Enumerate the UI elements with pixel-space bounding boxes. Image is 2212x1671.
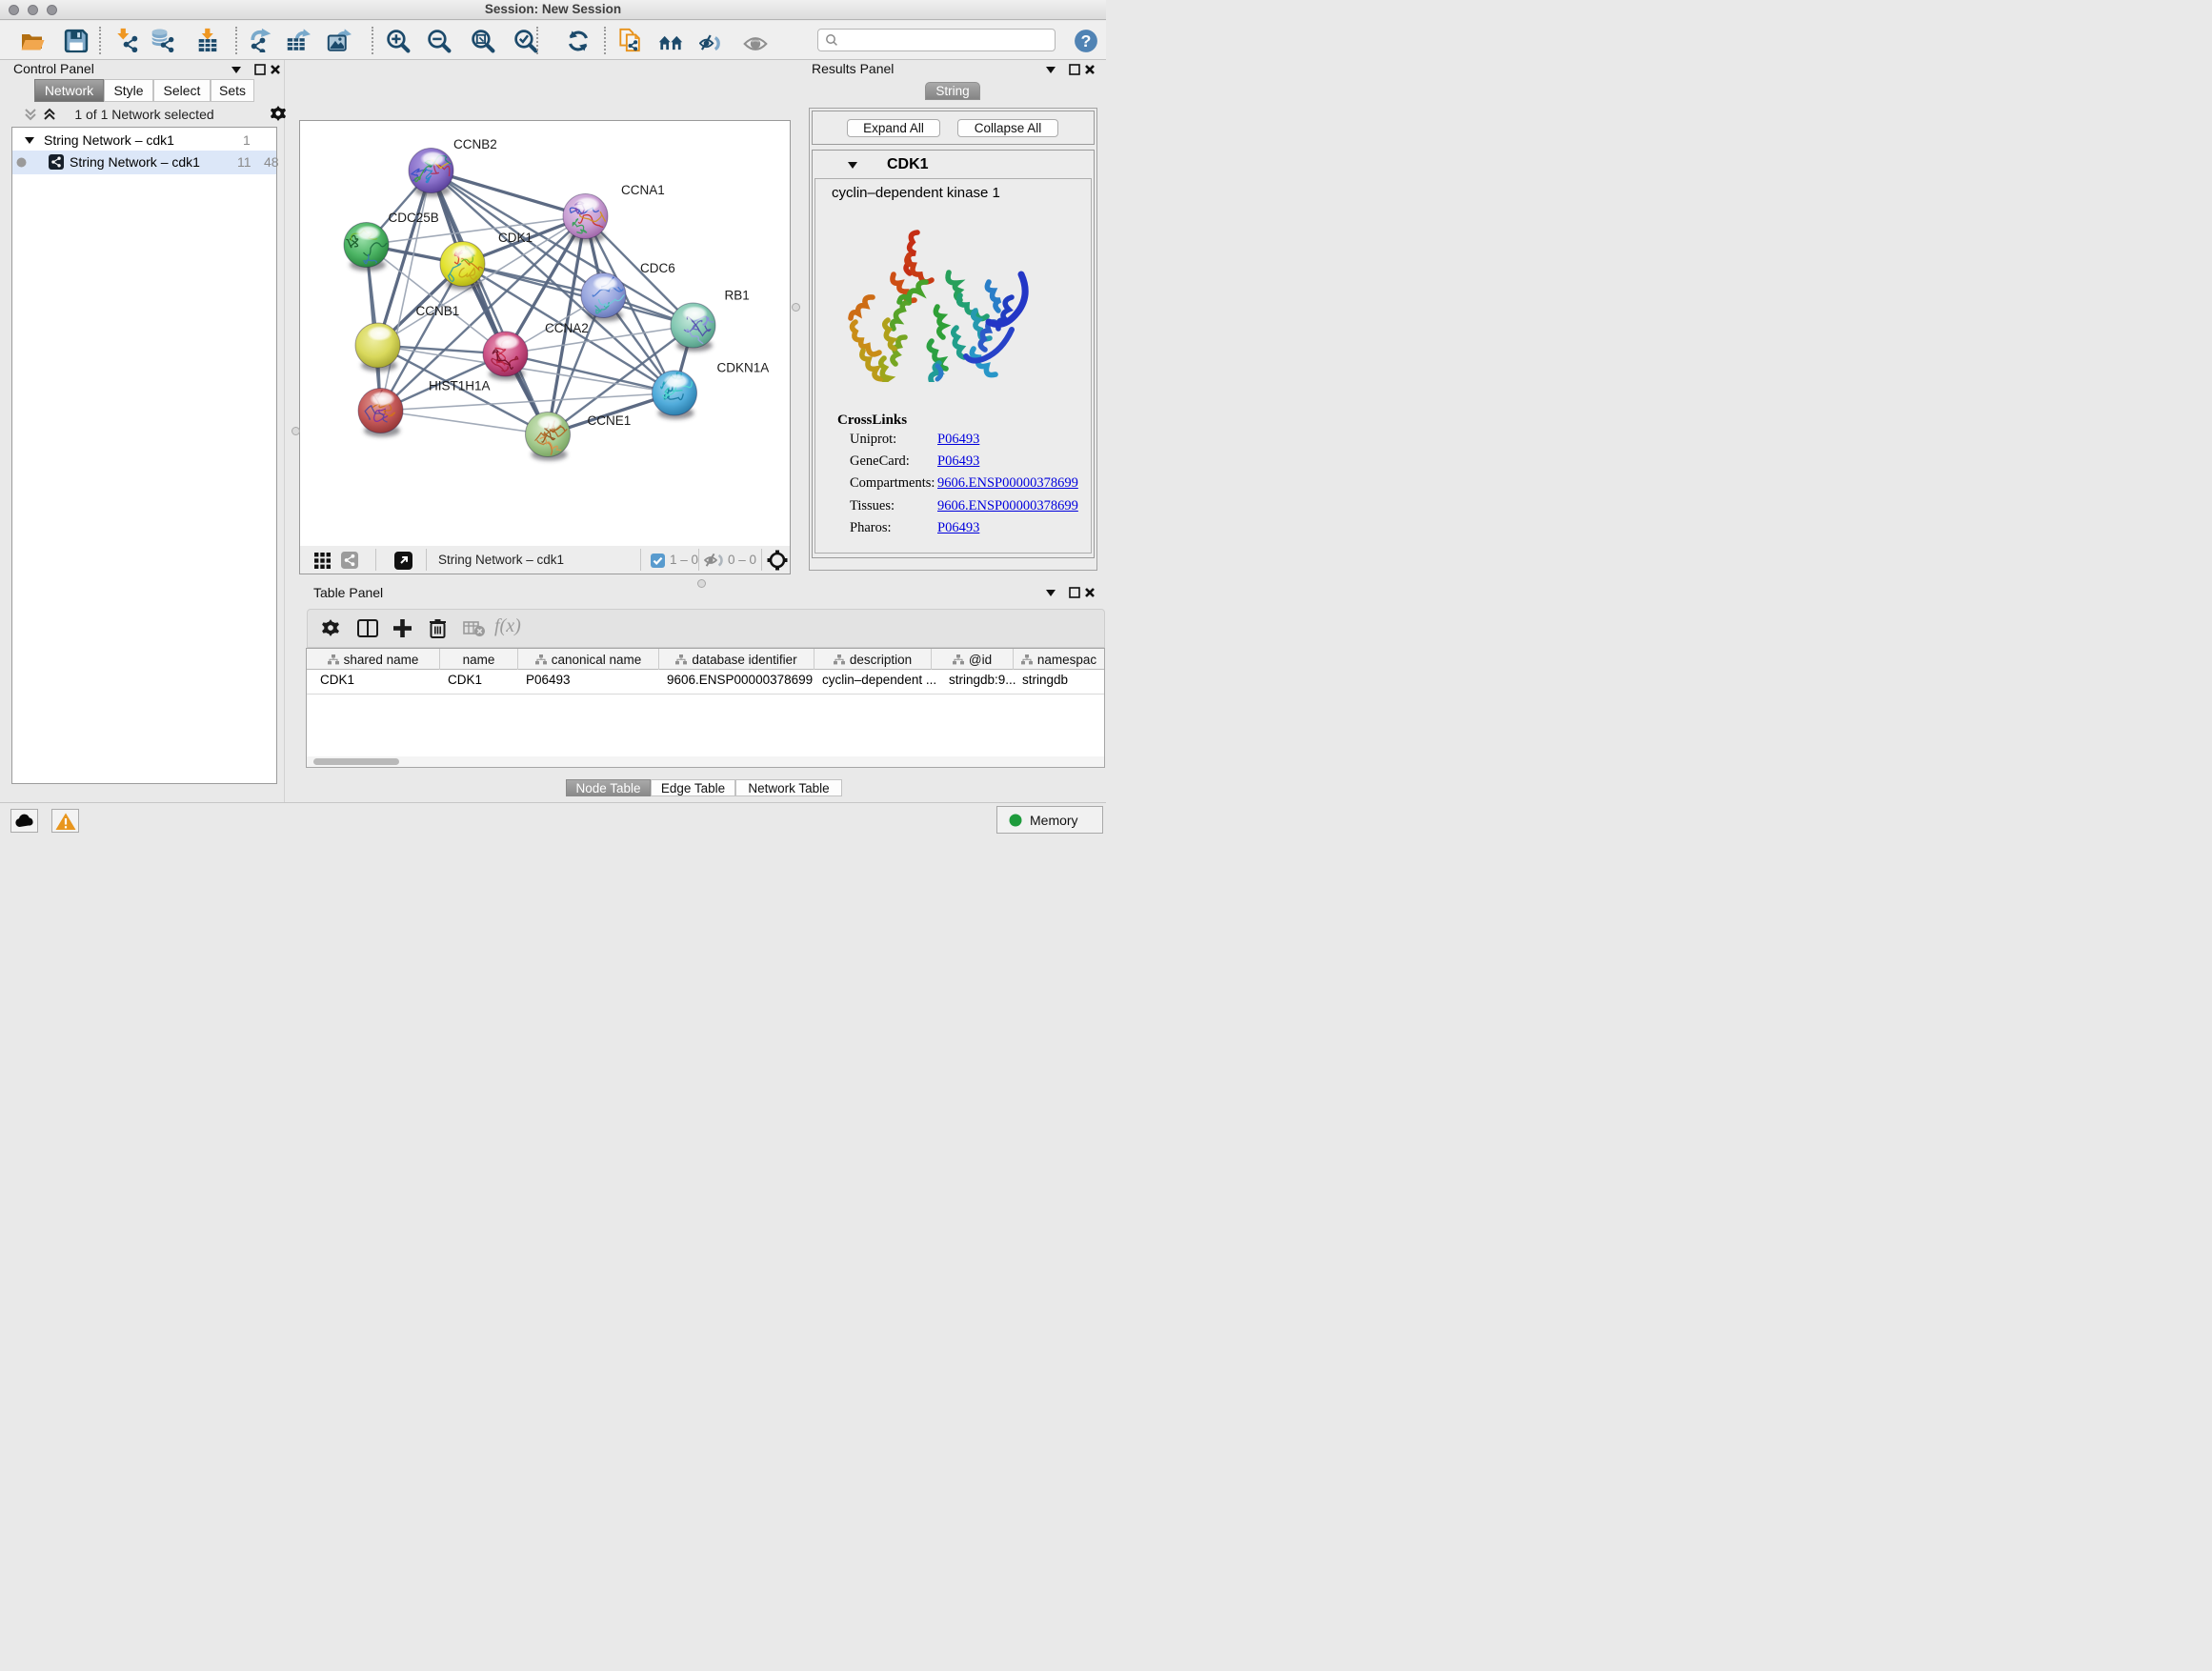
svg-text:RB1: RB1: [725, 289, 750, 303]
svg-text:CCNE1: CCNE1: [588, 413, 632, 428]
svg-text:CCNB2: CCNB2: [453, 137, 497, 151]
svg-text:CCNA1: CCNA1: [621, 183, 665, 197]
svg-text:HIST1H1A: HIST1H1A: [429, 379, 491, 393]
svg-text:?: ?: [1081, 31, 1092, 50]
svg-text:CDC25B: CDC25B: [389, 211, 439, 225]
svg-text:CCNA2: CCNA2: [545, 321, 589, 335]
svg-text:CDK1: CDK1: [498, 231, 533, 245]
svg-text:CCNB1: CCNB1: [416, 304, 460, 318]
svg-text:CDKN1A: CDKN1A: [717, 361, 770, 375]
svg-text:CDC6: CDC6: [640, 261, 675, 275]
